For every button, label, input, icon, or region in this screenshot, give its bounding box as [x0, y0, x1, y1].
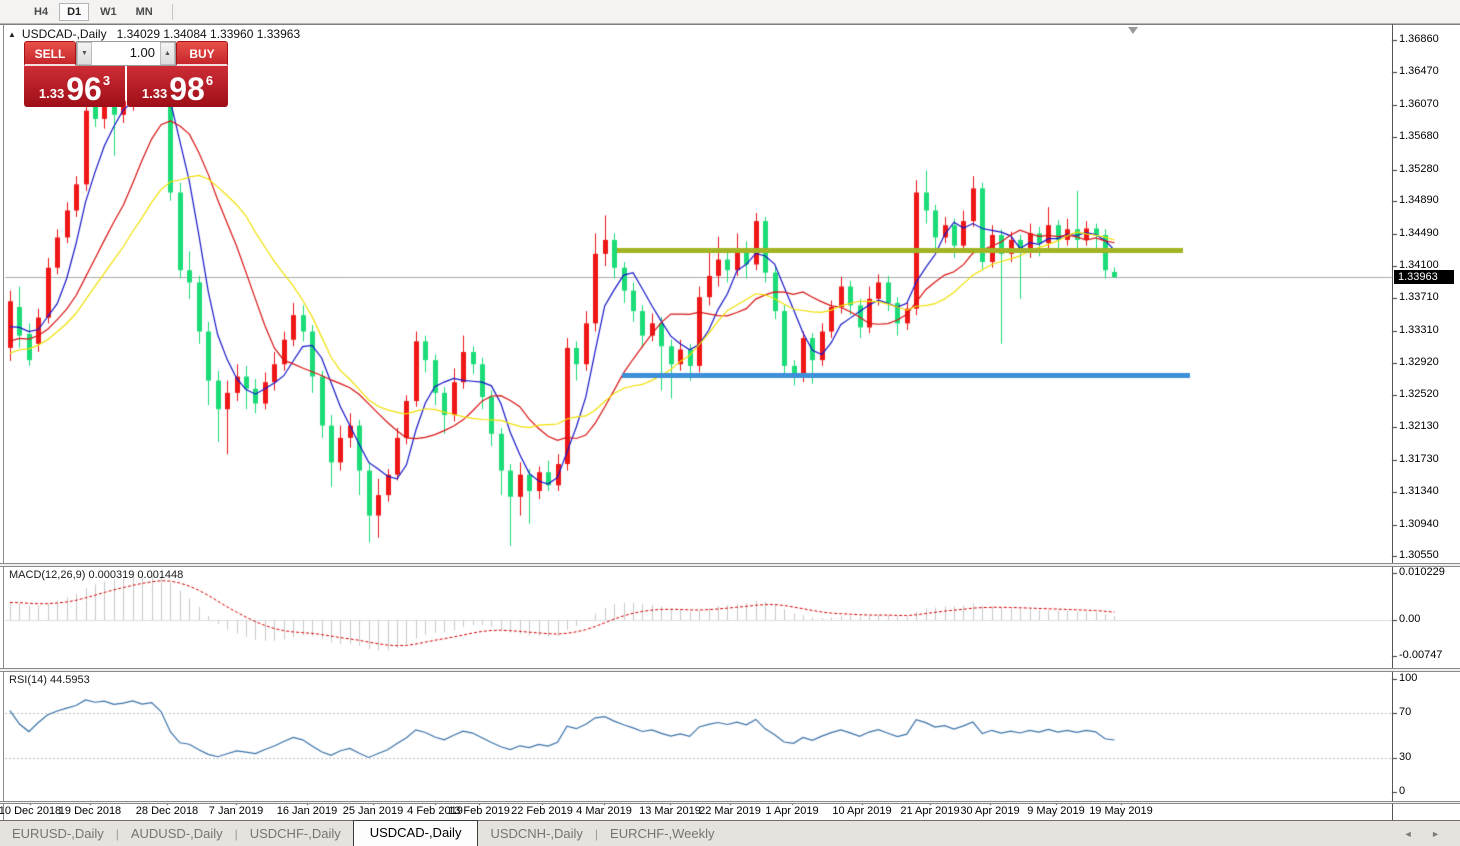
- tab-eurchf[interactable]: EURCHF-,Weekly: [598, 822, 727, 846]
- price-tick-label: 1.34100: [1399, 259, 1439, 272]
- timeframe-button-w1[interactable]: W1: [92, 3, 125, 21]
- date-tick-label: 19 May 2019: [1089, 805, 1153, 817]
- date-axis-separator: [0, 801, 1460, 804]
- price-tick-label: 1.32520: [1399, 388, 1439, 401]
- rsi-tick-label: 0: [1399, 785, 1406, 797]
- volume-stepper: ▼ 1.00 ▲: [76, 41, 176, 66]
- rsi-tick-label: 30: [1399, 751, 1412, 764]
- sell-price-pipette: 3: [102, 73, 111, 88]
- volume-up-icon[interactable]: ▲: [160, 42, 175, 65]
- price-tick-label: 1.33310: [1399, 323, 1439, 336]
- timeframe-toolbar: H4 D1 W1 MN: [0, 0, 1460, 24]
- price-tick-label: 1.32920: [1399, 355, 1439, 368]
- chart-shift-marker-icon[interactable]: [1128, 27, 1138, 34]
- price-tick-label: 1.31730: [1399, 452, 1439, 465]
- timeframe-button-h4[interactable]: H4: [26, 3, 56, 21]
- tab-usdchf[interactable]: USDCHF-,Daily: [238, 822, 353, 846]
- price-tick-label: 1.33710: [1399, 291, 1439, 303]
- buy-button[interactable]: BUY: [176, 41, 228, 66]
- tab-eurusd[interactable]: EURUSD-,Daily: [0, 822, 116, 846]
- price-tick-label: 1.34890: [1399, 194, 1439, 207]
- buy-price-box[interactable]: 1.33 98 6: [127, 66, 228, 107]
- sell-price-box[interactable]: 1.33 96 3: [24, 66, 125, 107]
- price-tick-label: 1.31340: [1399, 484, 1439, 497]
- tab-audusd[interactable]: AUDUSD-,Daily: [119, 822, 235, 846]
- chart-tab-bar: EURUSD-,Daily | AUDUSD-,Daily | USDCHF-,Dail…: [0, 820, 1460, 846]
- chart-title: ▲ USDCAD-,Daily 1.34029 1.34084 1.33960 …: [8, 27, 300, 41]
- symbol-label: USDCAD-,Daily: [21, 27, 107, 41]
- window-left-border: [3, 24, 4, 820]
- volume-input[interactable]: 1.00: [92, 42, 160, 65]
- current-price-tag: 1.33963: [1394, 270, 1454, 285]
- price-tick-label: 1.34490: [1399, 227, 1439, 240]
- macd-tick-label: 0.010229: [1399, 566, 1445, 578]
- price-tick-label: 1.30550: [1399, 549, 1439, 562]
- chart-canvas[interactable]: [0, 0, 1460, 846]
- price-tick-label: 1.35280: [1399, 162, 1439, 175]
- macd-tick-label: -0.00747: [1399, 649, 1443, 661]
- sell-button[interactable]: SELL: [24, 41, 76, 66]
- timeframe-button-d1[interactable]: D1: [59, 2, 90, 21]
- price-tick-label: 1.30940: [1399, 517, 1439, 530]
- rsi-label: RSI(14) 44.5953: [9, 674, 90, 686]
- one-click-trade-panel: SELL ▼ 1.00 ▲ BUY 1.33 96 3 1.33 98 6: [24, 41, 228, 107]
- price-axis-border: [1392, 24, 1393, 820]
- buy-price-prefix: 1.33: [141, 86, 168, 101]
- sell-price-prefix: 1.33: [38, 86, 65, 101]
- price-tick-label: 1.36860: [1399, 33, 1439, 46]
- macd-pane-separator[interactable]: [0, 563, 1460, 567]
- tab-usdcnh[interactable]: USDCNH-,Daily: [478, 822, 594, 846]
- price-tick-label: 1.36070: [1399, 97, 1439, 110]
- rsi-pane-separator[interactable]: [0, 668, 1460, 672]
- price-tick-label: 1.32130: [1399, 420, 1439, 433]
- sell-price-big: 96: [66, 71, 102, 107]
- mt4-workspace: H4 D1 W1 MN ▲ USDCAD-,Daily 1.34029 1.34084…: [0, 0, 1460, 846]
- ohlc-values: 1.34029 1.34084 1.33960 1.33963: [116, 27, 301, 41]
- price-tick-label: 1.35680: [1399, 129, 1439, 142]
- price-tick-label: 1.36470: [1399, 65, 1439, 78]
- tab-scroll-arrows[interactable]: ◄ ►: [1404, 829, 1460, 846]
- collapse-arrow-icon[interactable]: ▲: [8, 30, 16, 39]
- buy-price-big: 98: [169, 71, 205, 107]
- macd-label: MACD(12,26,9) 0.000319 0.001448: [9, 569, 184, 581]
- macd-tick-label: 0.00: [1399, 613, 1421, 625]
- timeframe-button-mn[interactable]: MN: [128, 3, 161, 21]
- toolbar-separator: [171, 3, 173, 20]
- volume-down-icon[interactable]: ▼: [77, 42, 92, 65]
- buy-price-pipette: 6: [205, 73, 214, 88]
- rsi-tick-label: 70: [1399, 705, 1412, 718]
- tab-usdcad[interactable]: USDCAD-,Daily: [352, 820, 479, 846]
- rsi-tick-label: 100: [1399, 672, 1418, 684]
